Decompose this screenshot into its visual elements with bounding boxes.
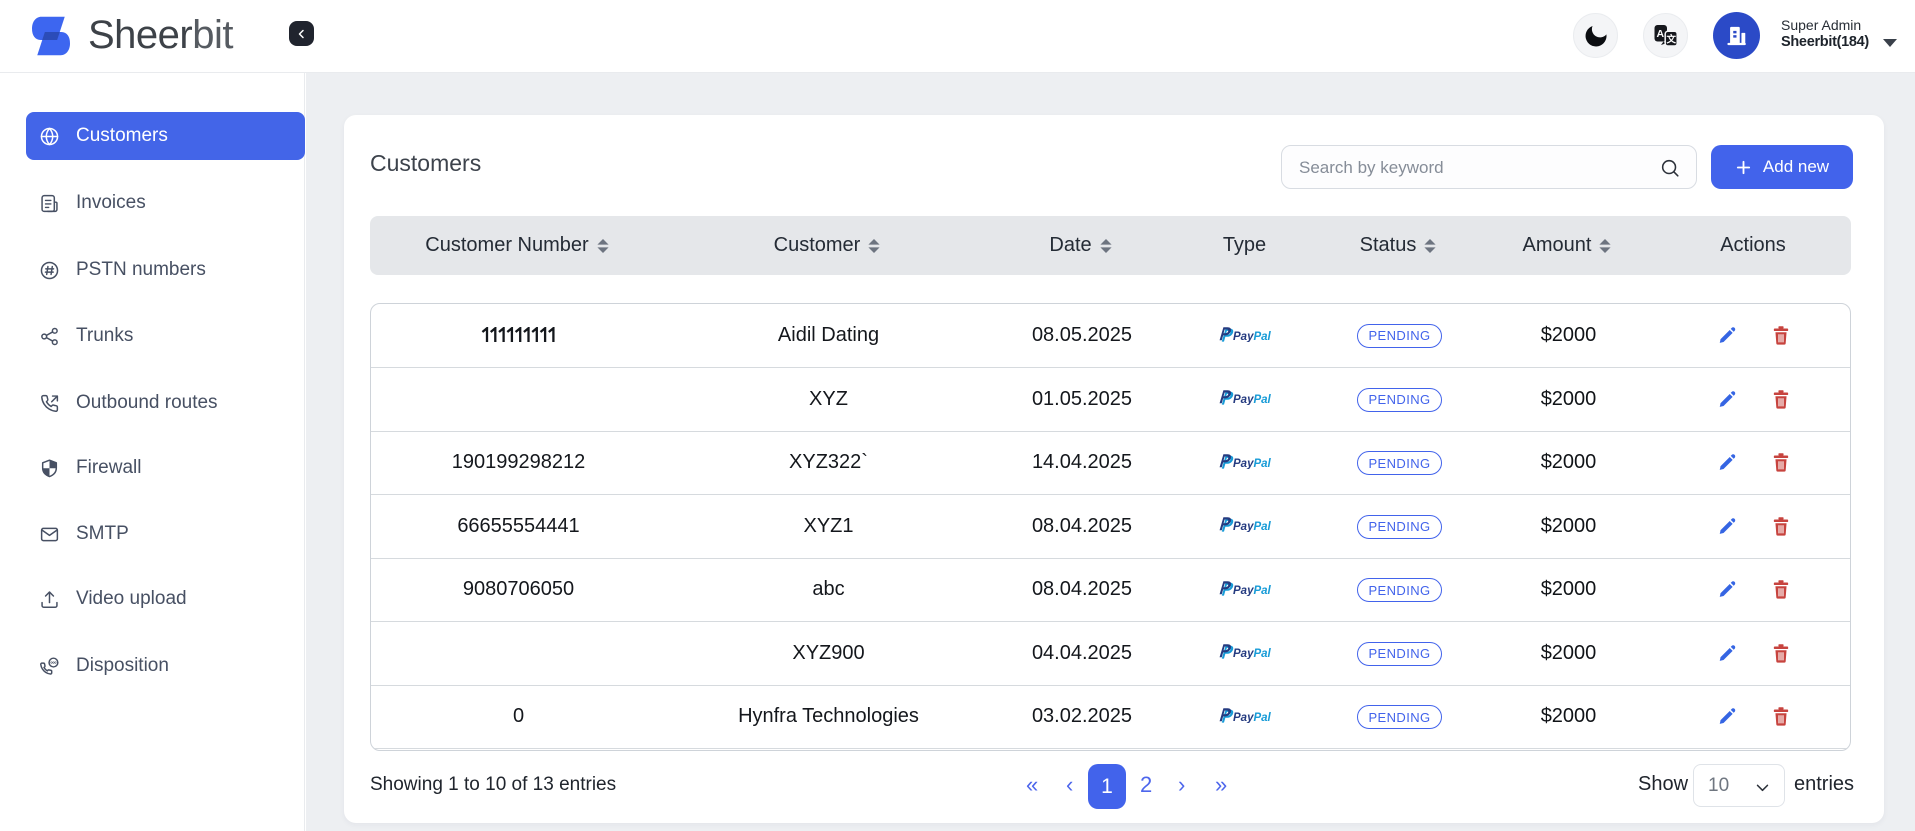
svg-text:文: 文 (1665, 33, 1676, 45)
svg-text:PayPal: PayPal (1233, 331, 1272, 342)
svg-text:PayPal: PayPal (1233, 585, 1272, 596)
svg-text:A: A (1656, 28, 1664, 40)
svg-text:PayPal: PayPal (1233, 394, 1272, 405)
svg-text:PayPal: PayPal (1233, 648, 1272, 659)
svg-text:PayPal: PayPal (1233, 712, 1272, 723)
svg-text:PayPal: PayPal (1233, 521, 1272, 532)
svg-text:PayPal: PayPal (1233, 458, 1272, 469)
